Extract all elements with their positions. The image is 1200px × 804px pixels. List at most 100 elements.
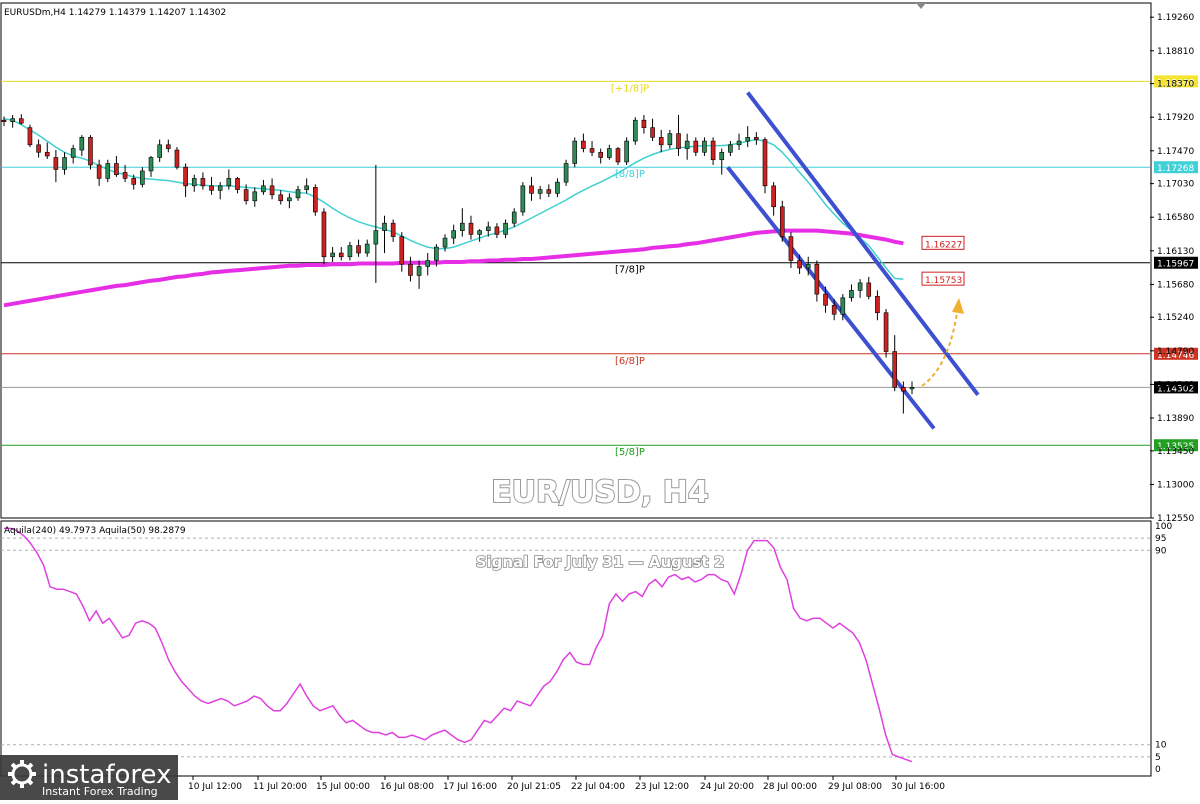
- candle: [27, 124, 33, 148]
- candle-body: [338, 252, 344, 258]
- osc-tick-label: 10: [1155, 741, 1167, 751]
- x-tick-label: 22 Jul 04:00: [571, 782, 625, 792]
- y-tick-label: 1.18810: [1157, 47, 1194, 57]
- signal-title: Signal For July 31 — August 2: [476, 553, 725, 571]
- candle-body: [18, 118, 24, 124]
- candle-body: [883, 312, 889, 352]
- candle-body: [840, 297, 846, 315]
- candle-body: [1, 119, 7, 122]
- candle-body: [823, 293, 828, 306]
- brand-logo: instaforex Instant Forex Trading: [0, 755, 178, 800]
- candle-body: [131, 178, 137, 185]
- candle-body: [27, 127, 33, 146]
- candle-body: [615, 148, 621, 163]
- candle-body: [494, 226, 500, 235]
- candle-body: [503, 222, 508, 235]
- pair-title: EUR/USD, H4: [491, 475, 709, 510]
- candle-body: [356, 245, 361, 254]
- candle-body: [304, 185, 309, 190]
- candle-body: [261, 185, 266, 193]
- y-tick-label: 1.13450: [1157, 447, 1194, 457]
- price-tag-label: 1.15967: [1157, 260, 1194, 270]
- candle-body: [702, 140, 707, 153]
- candle-body: [62, 157, 67, 170]
- x-tick-label: 15 Jul 00:00: [316, 782, 370, 792]
- candle-body: [762, 139, 768, 187]
- candle-body: [122, 172, 128, 179]
- candle-body: [235, 178, 240, 190]
- candle-body: [252, 191, 258, 202]
- candle-body: [442, 237, 448, 248]
- candle-body: [287, 197, 292, 202]
- candle-body: [632, 119, 638, 142]
- osc-tick-label: 90: [1155, 546, 1167, 556]
- candle-body: [36, 144, 41, 153]
- candle-body: [693, 140, 699, 153]
- price-tag-label: 1.17268: [1157, 164, 1194, 174]
- candle-body: [330, 252, 335, 258]
- candle: [779, 200, 785, 242]
- candle-body: [658, 137, 664, 146]
- candle-body: [347, 245, 353, 258]
- y-tick-label: 1.14340: [1157, 380, 1194, 390]
- candle-body: [226, 178, 232, 187]
- candle-body: [408, 263, 413, 276]
- candle-body: [831, 304, 837, 315]
- y-tick-label: 1.17470: [1157, 147, 1194, 157]
- x-tick-label: 16 Jul 08:00: [380, 782, 434, 792]
- candle-body: [278, 194, 284, 202]
- candle-body: [537, 189, 543, 194]
- y-tick-label: 1.17920: [1157, 113, 1194, 123]
- candle-body: [217, 185, 223, 191]
- candle-body: [754, 137, 759, 140]
- candle-body: [719, 151, 725, 161]
- osc-tick-label: 100: [1155, 522, 1172, 532]
- candle-body: [624, 140, 629, 163]
- candle-body: [53, 157, 59, 170]
- candle-body: [771, 185, 776, 208]
- candle-body: [460, 222, 465, 231]
- candle-body: [511, 211, 517, 224]
- x-tick-label: 11 Jul 20:00: [253, 782, 307, 792]
- y-tick-label: 1.17030: [1157, 180, 1194, 190]
- candle-body: [477, 230, 482, 235]
- candle-body: [269, 185, 275, 196]
- candle-body: [745, 137, 750, 142]
- candle-body: [814, 263, 820, 295]
- candle-body: [546, 189, 552, 194]
- candle-body: [667, 133, 673, 146]
- candle-body: [866, 282, 872, 297]
- y-tick-label: 1.15680: [1157, 280, 1194, 290]
- candle: [174, 147, 180, 170]
- x-tick-label: 29 Jul 08:00: [828, 782, 882, 792]
- price-level-label: [5/8]P: [615, 447, 645, 458]
- candle-body: [174, 149, 180, 168]
- candle-body: [209, 185, 214, 191]
- eurusd-h4-chart: [+1/8]P[8/8]P[7/8]P[6/8]P[5/8]P 1.184081…: [0, 0, 1200, 800]
- oscillator-panel: 100 95 90 10 5 0 Aquila(240) 49.7973 Aquila(5…: [0, 520, 1172, 777]
- candle-body: [901, 387, 906, 392]
- candle: [632, 117, 638, 145]
- y-tick-label: 1.18370: [1157, 80, 1194, 90]
- y-tick-label: 1.13890: [1157, 414, 1194, 424]
- candle-body: [572, 140, 578, 164]
- y-tick-label: 1.19260: [1157, 13, 1194, 23]
- y-tick-label: 1.14790: [1157, 347, 1194, 357]
- candle-body: [857, 282, 863, 291]
- candle-body: [321, 211, 327, 258]
- x-tick-label: 17 Jul 16:00: [443, 782, 497, 792]
- candle-body: [581, 140, 586, 149]
- indicator-header: Aquila(240) 49.7973 Aquila(50) 98.2879: [4, 526, 186, 536]
- candle-body: [589, 148, 595, 153]
- candle-body: [70, 148, 76, 158]
- candle-body: [140, 170, 145, 185]
- x-tick-label: 10 Jul 12:00: [188, 782, 242, 792]
- x-tick-label: 20 Jul 21:05: [507, 782, 561, 792]
- candle-body: [88, 137, 93, 166]
- candle-body: [805, 263, 811, 269]
- candle: [572, 137, 578, 168]
- candle: [520, 182, 526, 216]
- candle-body: [529, 185, 534, 194]
- y-tick-label: 1.15240: [1157, 313, 1194, 323]
- candle: [88, 135, 93, 170]
